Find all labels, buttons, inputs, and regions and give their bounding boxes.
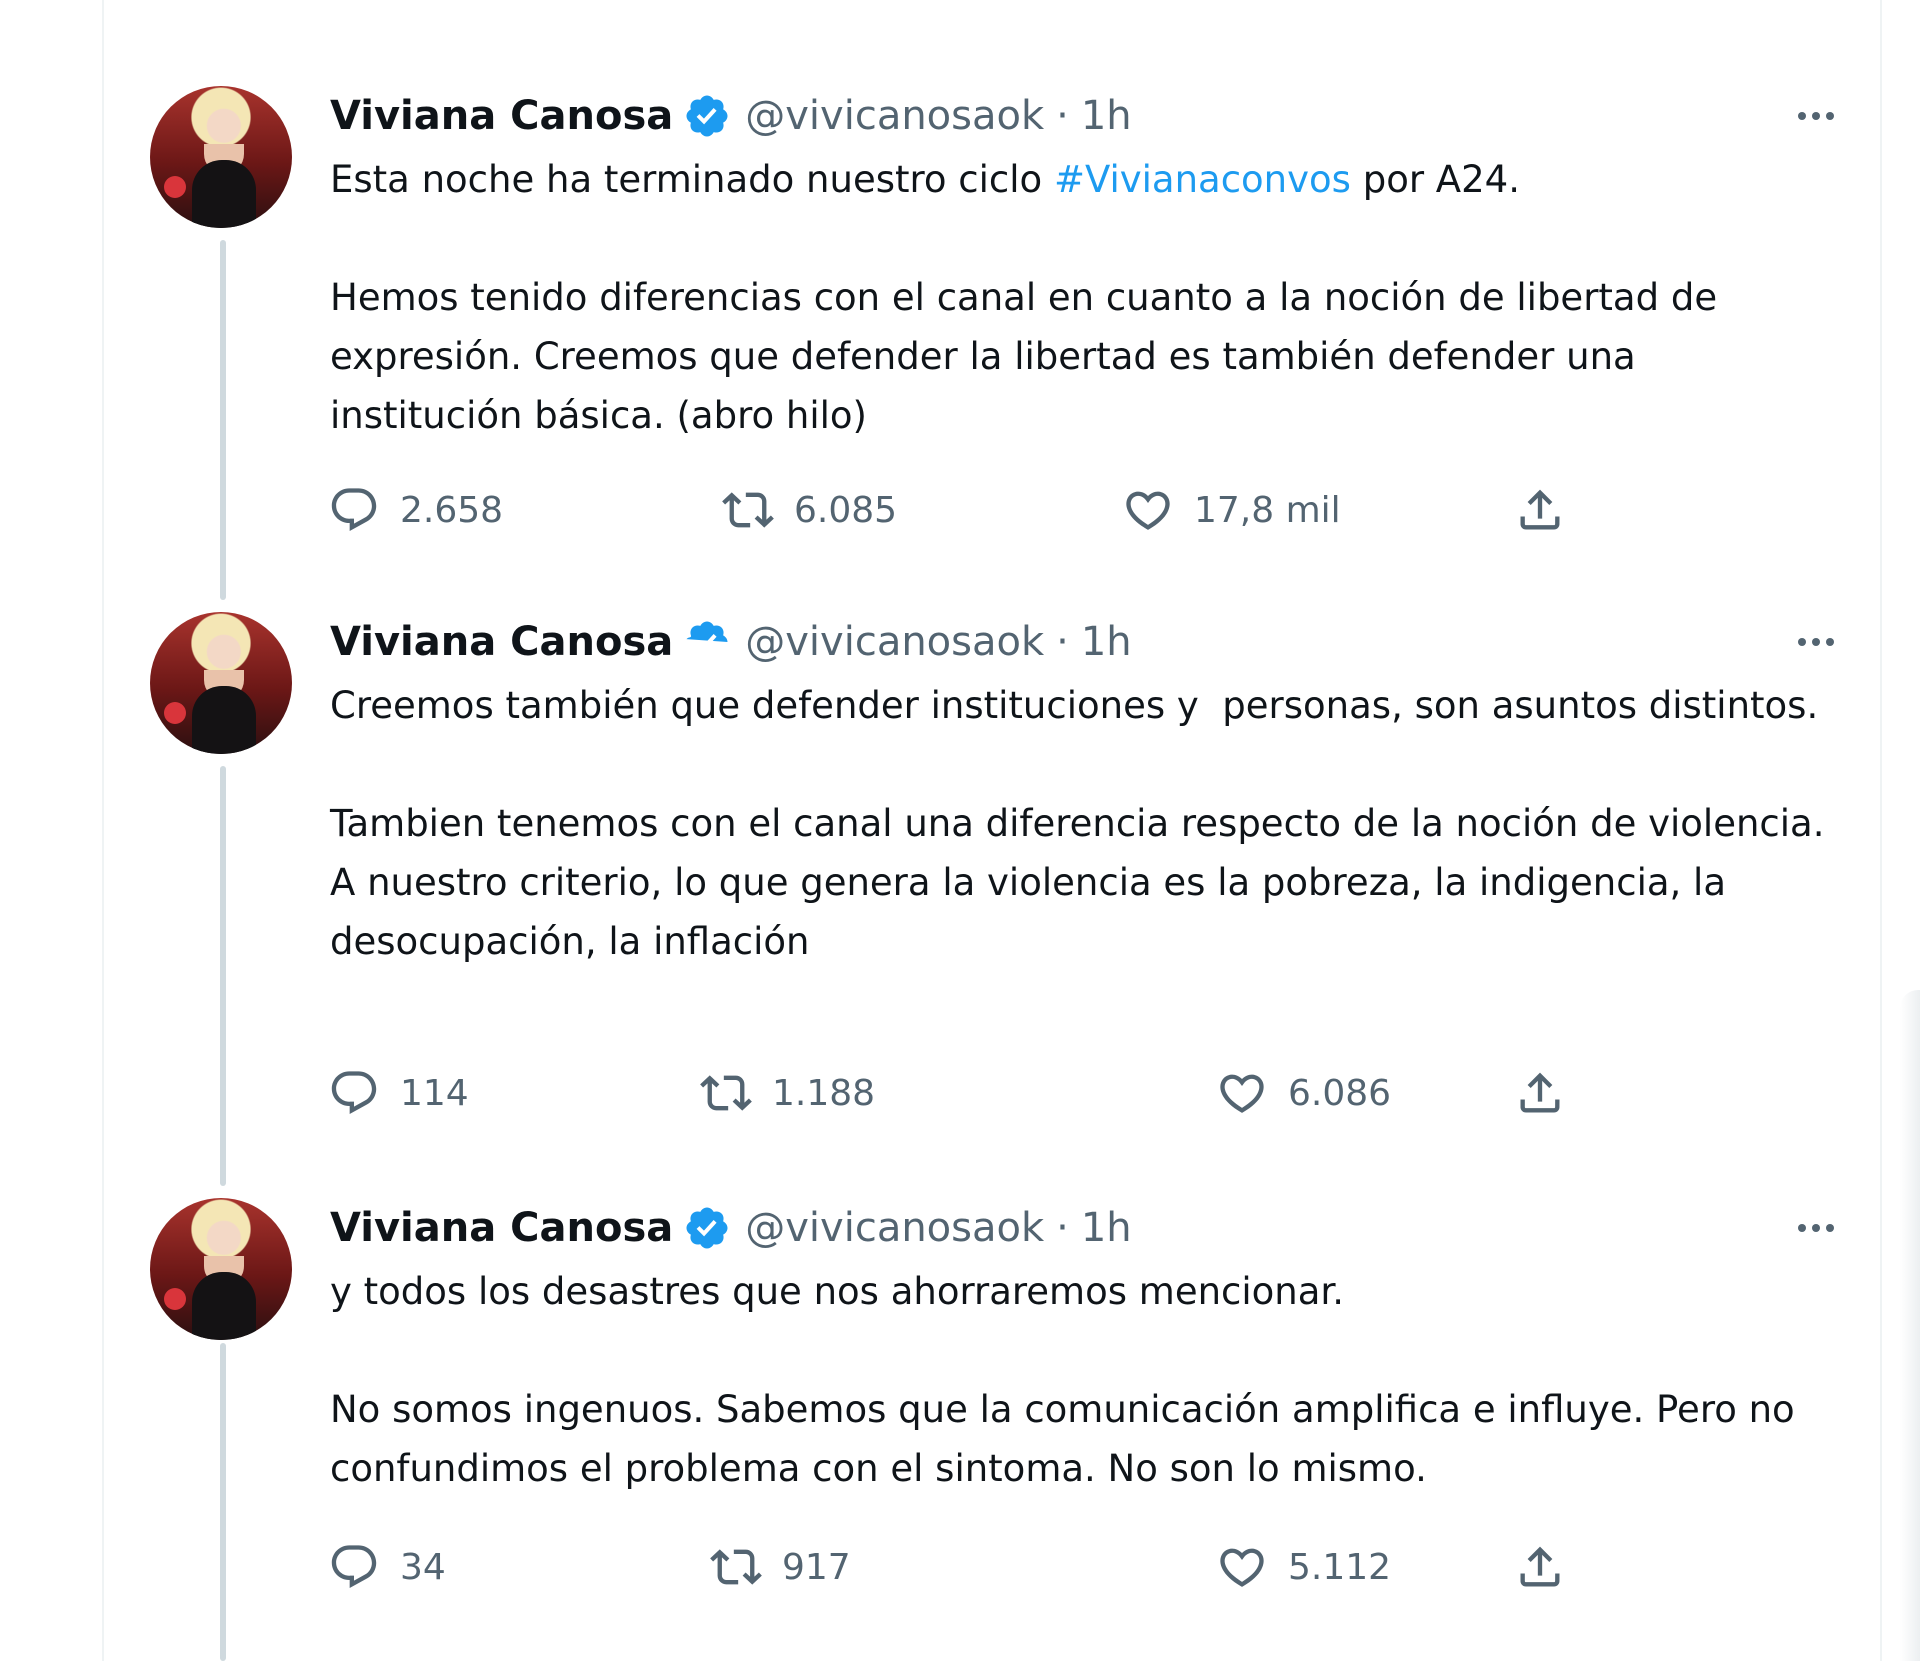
verified-badge-icon xyxy=(686,1207,728,1249)
separator-dot: · xyxy=(1056,619,1069,665)
retweet-button[interactable]: 917 xyxy=(710,1537,851,1597)
avatar-background-detail xyxy=(164,1288,186,1310)
heart-icon xyxy=(1220,1548,1264,1587)
tweet-header: Viviana Canosa @vivicanosaok · 1h xyxy=(330,1198,1132,1258)
timeline-right-border xyxy=(1880,0,1882,1661)
tweet[interactable]: Viviana Canosa @vivicanosaok · 1h Esta n… xyxy=(104,0,1880,580)
author-name[interactable]: Viviana Canosa xyxy=(330,93,673,139)
reply-button[interactable]: 114 xyxy=(328,1063,469,1123)
like-button[interactable]: 17,8 mil xyxy=(1122,480,1341,540)
retweet-count: 1.188 xyxy=(772,1072,876,1114)
like-button[interactable]: 5.112 xyxy=(1216,1537,1391,1597)
reply-icon xyxy=(331,1071,377,1115)
reply-count: 114 xyxy=(400,1072,469,1114)
more-options-icon[interactable] xyxy=(1786,1208,1846,1248)
share-icon xyxy=(1520,489,1560,530)
verified-badge-icon xyxy=(686,621,728,651)
author-handle[interactable]: @vivicanosaok xyxy=(745,619,1044,665)
more-options-icon[interactable] xyxy=(1786,96,1846,136)
tweet[interactable]: Viviana Canosa @vivicanosaok · 1h Creemo… xyxy=(104,590,1880,1160)
tweet-header: Viviana Canosa @vivicanosaok · 1h xyxy=(330,612,1132,672)
separator-dot: · xyxy=(1056,1205,1069,1251)
reply-icon xyxy=(331,488,377,532)
heart-icon xyxy=(1220,1074,1264,1113)
heart-icon xyxy=(1126,491,1170,530)
side-panel-edge xyxy=(1900,990,1920,1661)
share-icon xyxy=(1520,1546,1560,1587)
avatar-dress xyxy=(192,1272,256,1340)
like-button[interactable]: 6.086 xyxy=(1216,1063,1391,1123)
tweet-text: y todos los desastres que nos ahorraremo… xyxy=(330,1270,1795,1490)
retweet-count: 6.085 xyxy=(794,489,898,531)
tweet[interactable]: Viviana Canosa @vivicanosaok · 1h y todo… xyxy=(104,1170,1880,1661)
tweet-text: Esta noche ha terminado nuestro ciclo #V… xyxy=(330,150,1830,445)
share-icon xyxy=(1520,1072,1560,1113)
author-name[interactable]: Viviana Canosa xyxy=(330,1205,673,1251)
hashtag-link[interactable]: #Vivianaconvos xyxy=(1054,158,1351,201)
avatar[interactable] xyxy=(150,1198,292,1340)
avatar[interactable] xyxy=(150,612,292,754)
retweet-icon xyxy=(722,492,774,528)
share-button[interactable] xyxy=(1514,1537,1586,1597)
reply-count: 2.658 xyxy=(400,489,504,531)
author-handle[interactable]: @vivicanosaok xyxy=(745,1205,1044,1251)
avatar-dress xyxy=(192,160,256,228)
separator-dot: · xyxy=(1056,93,1069,139)
tweet-header: Viviana Canosa @vivicanosaok · 1h xyxy=(330,86,1132,146)
retweet-icon xyxy=(700,1075,752,1111)
tweet-timestamp[interactable]: 1h xyxy=(1081,619,1132,665)
avatar-background-detail xyxy=(164,702,186,724)
reply-icon xyxy=(331,1545,377,1589)
tweet-timestamp[interactable]: 1h xyxy=(1081,1205,1132,1251)
verified-badge-icon xyxy=(686,95,728,137)
share-button[interactable] xyxy=(1514,480,1586,540)
tweet-text: Creemos también que defender institucion… xyxy=(330,684,1825,963)
reply-button[interactable]: 2.658 xyxy=(328,480,503,540)
retweet-button[interactable]: 1.188 xyxy=(700,1063,875,1123)
reply-count: 34 xyxy=(400,1546,446,1588)
reply-button[interactable]: 34 xyxy=(328,1537,446,1597)
tweet-text-part: Esta noche ha terminado nuestro ciclo xyxy=(330,158,1054,201)
author-name[interactable]: Viviana Canosa xyxy=(330,619,673,665)
like-count: 6.086 xyxy=(1288,1072,1392,1114)
retweet-count: 917 xyxy=(782,1546,851,1588)
author-handle[interactable]: @vivicanosaok xyxy=(745,93,1044,139)
like-count: 5.112 xyxy=(1288,1546,1392,1588)
retweet-button[interactable]: 6.085 xyxy=(722,480,897,540)
retweet-icon xyxy=(710,1549,762,1585)
more-options-icon[interactable] xyxy=(1786,622,1846,662)
avatar-dress xyxy=(192,686,256,754)
share-button[interactable] xyxy=(1514,1063,1586,1123)
tweet-timestamp[interactable]: 1h xyxy=(1081,93,1132,139)
avatar-background-detail xyxy=(164,176,186,198)
avatar[interactable] xyxy=(150,86,292,228)
like-count: 17,8 mil xyxy=(1194,489,1341,531)
thread-view: Viviana Canosa @vivicanosaok · 1h Esta n… xyxy=(0,0,1920,1661)
